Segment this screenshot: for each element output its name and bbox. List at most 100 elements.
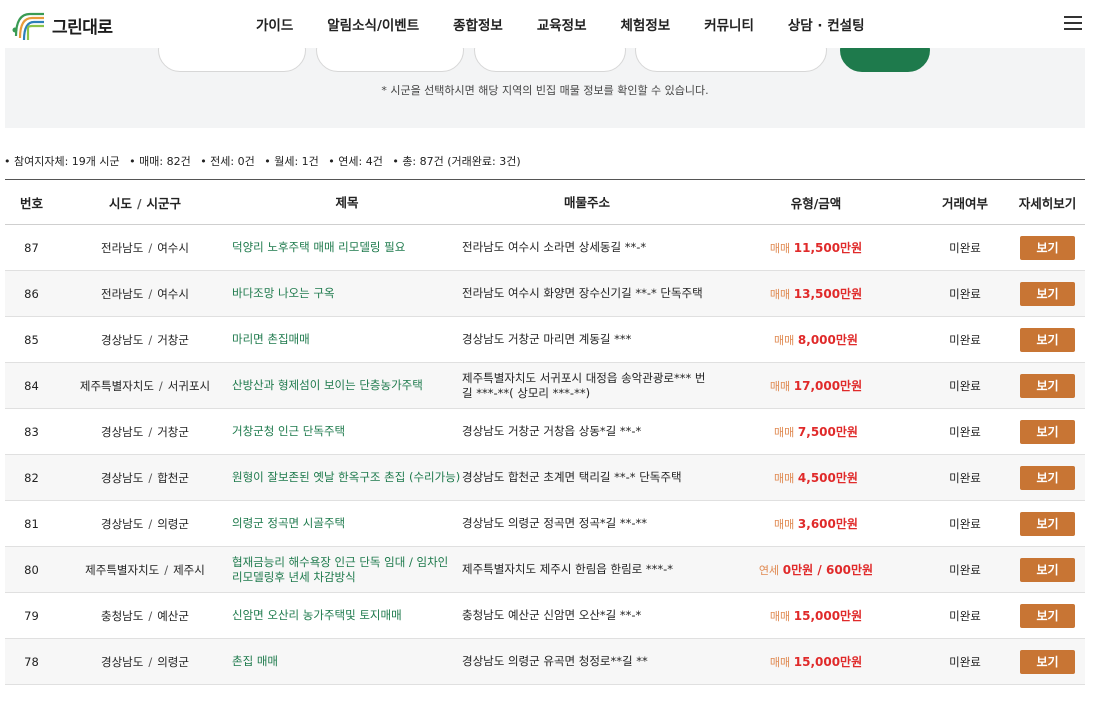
row-title-link[interactable]: 산방산과 형제섬이 보이는 단층농가주택 (232, 378, 423, 392)
row-title-link[interactable]: 원형이 잘보존된 옛날 한옥구조 촌집 (수리가능) (232, 470, 460, 484)
search-note: * 시군을 선택하시면 해당 지역의 빈집 매물 정보를 확인할 수 있습니다. (381, 84, 709, 97)
col-no: 번호 (5, 179, 58, 225)
row-sido: 전라남도 (101, 240, 144, 255)
row-separator: / (158, 378, 163, 393)
row-price-value: 11,500만원 (793, 241, 863, 255)
row-separator: / (148, 470, 153, 485)
col-sido: 시도 (108, 195, 132, 211)
summary-jeonse: • 전세: 0건 (200, 155, 255, 168)
view-button[interactable]: 보기 (1020, 281, 1075, 306)
view-button[interactable]: 보기 (1020, 557, 1075, 582)
view-button[interactable]: 보기 (1020, 419, 1075, 444)
row-title-link[interactable]: 바다조망 나오는 구옥 (232, 286, 335, 300)
row-sido: 전라남도 (101, 286, 144, 301)
nav-guide[interactable]: 가이드 (256, 14, 293, 34)
row-title-cell: 원형이 잘보존된 옛날 한옥구조 촌집 (수리가능) (232, 454, 462, 501)
row-sigungu: 의령군 (157, 654, 189, 669)
table-row: 87 전라남도 / 여수시 덕양리 노후주택 매매 리모델링 필요 전라남도 여수시 소라… (5, 224, 1085, 271)
nav-general-info[interactable]: 종합정보 (453, 14, 503, 34)
row-region: 경상남도 / 거창군 (58, 408, 232, 455)
col-price: 유형/금액 (712, 179, 920, 225)
row-view-cell: 보기 (1010, 270, 1085, 317)
row-separator: / (148, 332, 153, 347)
view-button[interactable]: 보기 (1020, 235, 1075, 260)
row-region: 경상남도 / 거창군 (58, 316, 232, 363)
menu-icon[interactable] (1064, 16, 1082, 30)
row-sigungu: 여수시 (157, 286, 189, 301)
col-view: 자세히보기 (1010, 179, 1085, 225)
row-sido: 제주특별자치도 (79, 378, 154, 393)
row-separator: / (148, 286, 153, 301)
row-title-link[interactable]: 의령군 정곡면 시골주택 (232, 516, 345, 530)
view-button[interactable]: 보기 (1020, 603, 1075, 628)
site-logo[interactable]: 그린대로 (10, 6, 113, 44)
row-sigungu: 여수시 (157, 240, 189, 255)
table-row: 83 경상남도 / 거창군 거창군청 인근 단독주택 경상남도 거창군 거창읍 상동*길 … (5, 408, 1085, 455)
row-sigungu: 제주시 (173, 562, 205, 577)
listing-summary: • 참여지자체: 19개 시군 • 매매: 82건 • 전세: 0건 • 월세:… (4, 153, 527, 169)
view-button[interactable]: 보기 (1020, 373, 1075, 398)
nav-consulting[interactable]: 상담 · 컨설팅 (788, 14, 865, 34)
row-view-cell: 보기 (1010, 500, 1085, 547)
row-view-cell: 보기 (1010, 546, 1085, 593)
view-button[interactable]: 보기 (1020, 327, 1075, 352)
row-title-link[interactable]: 촌집 매매 (232, 654, 278, 668)
row-title-cell: 신암면 오산리 농가주택및 토지매매 (232, 592, 462, 639)
row-price-type: 매매 (774, 334, 795, 347)
row-title-link[interactable]: 협재금능리 해수욕장 인근 단독 임대 / 임차인 리모델링후 년세 차감방식 (232, 555, 448, 584)
summary-yearly: • 연세: 4건 (328, 155, 383, 168)
table-row: 86 전라남도 / 여수시 바다조망 나오는 구옥 전라남도 여수시 화양면 장수신기길 … (5, 270, 1085, 317)
view-button[interactable]: 보기 (1020, 649, 1075, 674)
nav-news-events[interactable]: 알림소식/이벤트 (327, 14, 419, 34)
row-title-cell: 산방산과 형제섬이 보이는 단층농가주택 (232, 362, 462, 409)
row-price: 매매 13,500만원 (712, 270, 920, 317)
row-sido: 경상남도 (101, 470, 144, 485)
row-view-cell: 보기 (1010, 592, 1085, 639)
nav-experience[interactable]: 체험정보 (621, 14, 671, 34)
row-price-type: 매매 (769, 656, 791, 669)
row-region: 제주특별자치도 / 서귀포시 (58, 362, 232, 409)
nav-education[interactable]: 교육정보 (537, 14, 587, 34)
row-region: 경상남도 / 합천군 (58, 454, 232, 501)
row-price: 매매 17,000만원 (712, 362, 920, 409)
row-price-type: 연세 (758, 564, 780, 577)
row-price-type: 매매 (769, 380, 791, 393)
summary-municipalities: • 참여지자체: 19개 시군 (4, 155, 120, 168)
row-region: 제주특별자치도 / 제주시 (58, 546, 232, 593)
row-title-cell: 협재금능리 해수욕장 인근 단독 임대 / 임차인 리모델링후 년세 차감방식 (232, 546, 462, 593)
row-price-type: 매매 (769, 242, 791, 255)
row-title-link[interactable]: 신암면 오산리 농가주택및 토지매매 (232, 608, 402, 622)
row-view-cell: 보기 (1010, 454, 1085, 501)
row-status: 미완료 (920, 592, 1010, 639)
table-row: 80 제주특별자치도 / 제주시 협재금능리 해수욕장 인근 단독 임대 / 임차인 리… (5, 546, 1085, 593)
row-title-cell: 의령군 정곡면 시골주택 (232, 500, 462, 547)
view-button[interactable]: 보기 (1020, 465, 1075, 490)
row-title-link[interactable]: 마리면 촌집매매 (232, 332, 310, 346)
row-price-value: 8,000만원 (797, 333, 858, 347)
row-separator: / (148, 654, 153, 669)
table-row: 81 경상남도 / 의령군 의령군 정곡면 시골주택 경상남도 의령군 정곡면 정곡*길 … (5, 500, 1085, 547)
row-no: 87 (5, 224, 58, 271)
row-region: 경상남도 / 의령군 (58, 638, 232, 685)
row-price-value: 4,500만원 (797, 471, 858, 485)
col-status: 거래여부 (920, 179, 1010, 225)
table-row: 82 경상남도 / 합천군 원형이 잘보존된 옛날 한옥구조 촌집 (수리가능) 경상남도… (5, 454, 1085, 501)
row-sido: 경상남도 (101, 332, 144, 347)
view-button[interactable]: 보기 (1020, 511, 1075, 536)
summary-total: • 총: 87건 (거래완료: 3건) (392, 155, 521, 168)
row-region: 전라남도 / 여수시 (58, 270, 232, 317)
row-separator: / (148, 424, 153, 439)
row-sido: 경상남도 (101, 516, 144, 531)
row-title-link[interactable]: 거창군청 인근 단독주택 (232, 424, 345, 438)
row-title-cell: 마리면 촌집매매 (232, 316, 462, 363)
row-sigungu: 서귀포시 (167, 378, 211, 393)
row-price: 매매 11,500만원 (712, 224, 920, 271)
nav-community[interactable]: 커뮤니티 (704, 14, 754, 34)
row-no: 78 (5, 638, 58, 685)
row-no: 86 (5, 270, 58, 317)
row-view-cell: 보기 (1010, 408, 1085, 455)
row-price: 연세 0만원 / 600만원 (712, 546, 920, 593)
row-title-link[interactable]: 덕양리 노후주택 매매 리모델링 필요 (232, 240, 405, 254)
row-price-type: 매매 (774, 426, 795, 439)
row-sigungu: 거창군 (157, 332, 189, 347)
